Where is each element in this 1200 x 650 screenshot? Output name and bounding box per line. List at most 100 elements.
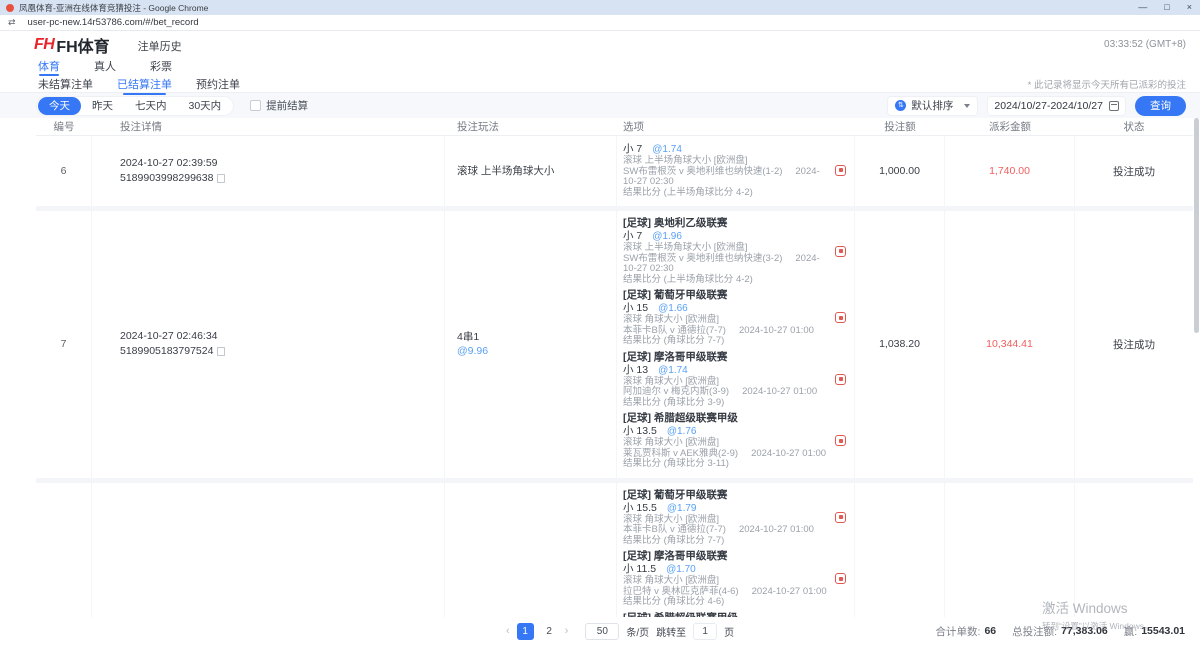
leg-league: [足球] 奥地利乙级联赛 — [623, 217, 828, 229]
cell-bet-amount: 1,000.00 — [855, 136, 945, 206]
bet-leg: 小 7@1.74滚球 上半场角球大小 [欧洲盘]SW布雷根茨 v 奥地利维也纳快… — [623, 142, 850, 198]
range-yesterday[interactable]: 昨天 — [81, 97, 124, 115]
leg-lines: [足球] 摩洛哥甲级联赛小 13@1.74滚球 角球大小 [欧洲盘]阿加迪尔 v… — [623, 351, 828, 409]
status-text: 投注成功 — [1113, 337, 1155, 352]
col-status: 状态 — [1075, 119, 1193, 134]
status-text: 投注成功 — [1113, 164, 1155, 179]
payout-amount: 10,344.41 — [986, 338, 1033, 350]
cell-row-no: 7 — [36, 211, 92, 478]
table-body: 62024-10-27 02:39:595189903998299638滚球 上… — [0, 136, 1200, 618]
col-no: 编号 — [36, 119, 92, 134]
total-bet-value: 77,383.06 — [1061, 625, 1108, 637]
prev-page-button[interactable]: ‹ — [506, 623, 510, 640]
leg-match-time: 2024-10-27 01:00 — [739, 325, 814, 336]
bet-leg: [足球] 摩洛哥甲级联赛小 11.5@1.70滚球 角球大小 [欧洲盘]拉巴特 … — [623, 550, 850, 608]
copy-icon[interactable] — [217, 174, 225, 183]
jump-label: 跳转至 — [656, 624, 686, 639]
tune-icon: ⇄ — [8, 17, 16, 28]
cell-play-type: 5串1@23.73 — [445, 483, 617, 619]
jump-page-input[interactable] — [693, 623, 717, 640]
range-today[interactable]: 今天 — [38, 97, 81, 115]
chevron-down-icon — [964, 104, 970, 108]
page-2-button[interactable]: 2 — [541, 623, 558, 640]
filter-toolbar: 今天 昨天 七天内 30天内 提前结算 ⇅ 默认排序 2024/10/27-20… — [0, 93, 1200, 118]
server-clock: 03:33:52 (GMT+8) — [1104, 39, 1186, 50]
leg-pick: 小 7 — [623, 143, 642, 155]
table-footer: ‹ 1 2 › 条/页 跳转至 页 合计单数: 66 总投注额: 77,383.… — [36, 617, 1193, 645]
subtab-reserved[interactable]: 预约注单 — [196, 76, 240, 92]
bet-amount: 1,000.00 — [879, 165, 920, 177]
leg-badge-slot — [828, 374, 850, 385]
leg-badge-slot — [828, 512, 850, 523]
cell-bet-detail: 2024-10-27 02:46:345189905183797524 — [92, 211, 445, 478]
early-settle-checkbox[interactable] — [250, 100, 261, 111]
leg-lines: [足球] 希腊超级联赛甲级小 13.5@1.76滚球 角球大小 [欧洲盘]莱瓦贾… — [623, 412, 828, 470]
window-title: 凤凰体育-亚洲在线体育竞猜投注 - Google Chrome — [19, 2, 208, 14]
cell-status: 投注成功 — [1075, 136, 1193, 206]
leg-match: SW布雷根茨 v 奥地利维也纳快速(3-2) — [623, 253, 782, 264]
maximize-button[interactable]: □ — [1164, 0, 1169, 15]
leg-badge-slot — [828, 312, 850, 323]
subtab-settled[interactable]: 已结算注单 — [117, 76, 172, 92]
leg-result: 结果比分 (上半场角球比分 4-2) — [623, 275, 828, 286]
payout-amount: 1,740.00 — [989, 165, 1030, 177]
subtab-unsettled[interactable]: 未结算注单 — [38, 76, 93, 92]
leg-pick: 小 15.5 — [623, 502, 657, 514]
tab-lottery[interactable]: 彩票 — [150, 58, 172, 75]
leg-badge-slot — [828, 573, 850, 584]
win-value: 15543.01 — [1141, 625, 1185, 637]
date-range-picker[interactable]: 2024/10/27-2024/10/27 — [987, 96, 1126, 116]
bet-leg: [足球] 奥地利乙级联赛小 7@1.96滚球 上半场角球大小 [欧洲盘]SW布雷… — [623, 217, 850, 285]
leg-pick-line: 小 7@1.96 — [623, 229, 828, 243]
sort-selected-value: 默认排序 — [911, 98, 953, 113]
leg-match: 本菲卡B队 v 通德拉(7-7) — [623, 524, 726, 535]
cell-payout: 12,110.50 — [945, 483, 1075, 619]
tab-live[interactable]: 真人 — [94, 58, 116, 75]
leg-result: 结果比分 (角球比分 7-7) — [623, 536, 828, 547]
bet-id: 5189905183797524 — [120, 344, 213, 359]
copy-icon[interactable] — [217, 347, 225, 356]
leg-league: [足球] 摩洛哥甲级联赛 — [623, 550, 828, 562]
leg-league: [足球] 葡萄牙甲级联赛 — [623, 489, 828, 501]
page-1-button[interactable]: 1 — [517, 623, 534, 640]
close-button[interactable]: × — [1187, 0, 1192, 15]
leg-result: 结果比分 (角球比分 7-7) — [623, 336, 828, 347]
leg-match-time: 2024-10-27 01:00 — [739, 524, 814, 535]
tab-sports[interactable]: 体育 — [38, 58, 60, 75]
sort-select[interactable]: ⇅ 默认排序 — [887, 96, 978, 116]
search-button[interactable]: 查询 — [1135, 96, 1186, 116]
leg-pick-line: 小 13.5@1.76 — [623, 424, 828, 438]
vertical-scrollbar[interactable] — [1194, 118, 1199, 333]
browser-window: 凤凰体育-亚洲在线体育竞猜投注 - Google Chrome — □ × ⇄ … — [0, 0, 1200, 650]
next-page-button[interactable]: › — [565, 623, 569, 640]
leg-pick-line: 小 15.5@1.79 — [623, 501, 828, 515]
page-size-input[interactable] — [585, 623, 619, 640]
range-30days[interactable]: 30天内 — [178, 97, 233, 115]
leg-odds: @1.96 — [652, 231, 682, 242]
bet-amount: 1,038.20 — [879, 338, 920, 350]
leg-pick-line: 小 13@1.74 — [623, 363, 828, 377]
leg-match-time: 2024-10-27 01:00 — [742, 386, 817, 397]
count-value: 66 — [984, 625, 996, 637]
play-name: 滚球 上半场角球大小 — [457, 164, 616, 178]
leg-badge-slot — [828, 435, 850, 446]
leg-badge-slot — [828, 246, 850, 257]
leg-match: 阿加迪尔 v 梅克内斯(3-9) — [623, 386, 729, 397]
leg-pick-line: 小 11.5 @1.70 — [623, 562, 828, 576]
leg-match: 本菲卡B队 v 通德拉(7-7) — [623, 325, 726, 336]
range-7days[interactable]: 七天内 — [124, 97, 178, 115]
bet-time: 2024-10-27 02:46:34 — [120, 329, 444, 344]
leg-odds: @1.70 — [666, 564, 696, 575]
leg-odds: @1.66 — [658, 303, 688, 314]
leg-pick: 小 11.5 — [623, 563, 656, 575]
cell-row-no: 8 — [36, 483, 92, 619]
address-bar[interactable]: ⇄ user-pc-new.14r53786.com/#/bet_record — [0, 15, 1200, 31]
calendar-icon — [1109, 101, 1119, 111]
bet-time: 2024-10-27 02:39:59 — [120, 156, 444, 171]
minimize-button[interactable]: — — [1138, 0, 1147, 15]
leg-pick-line: 小 15@1.66 — [623, 301, 828, 315]
pagination: ‹ 1 2 › 条/页 跳转至 页 — [506, 623, 734, 640]
win-label: 赢: — [1124, 624, 1137, 639]
cell-bet-detail: 2024-10-27 02:41:195189904235821852 — [92, 483, 445, 619]
leg-odds: @1.74 — [658, 365, 688, 376]
